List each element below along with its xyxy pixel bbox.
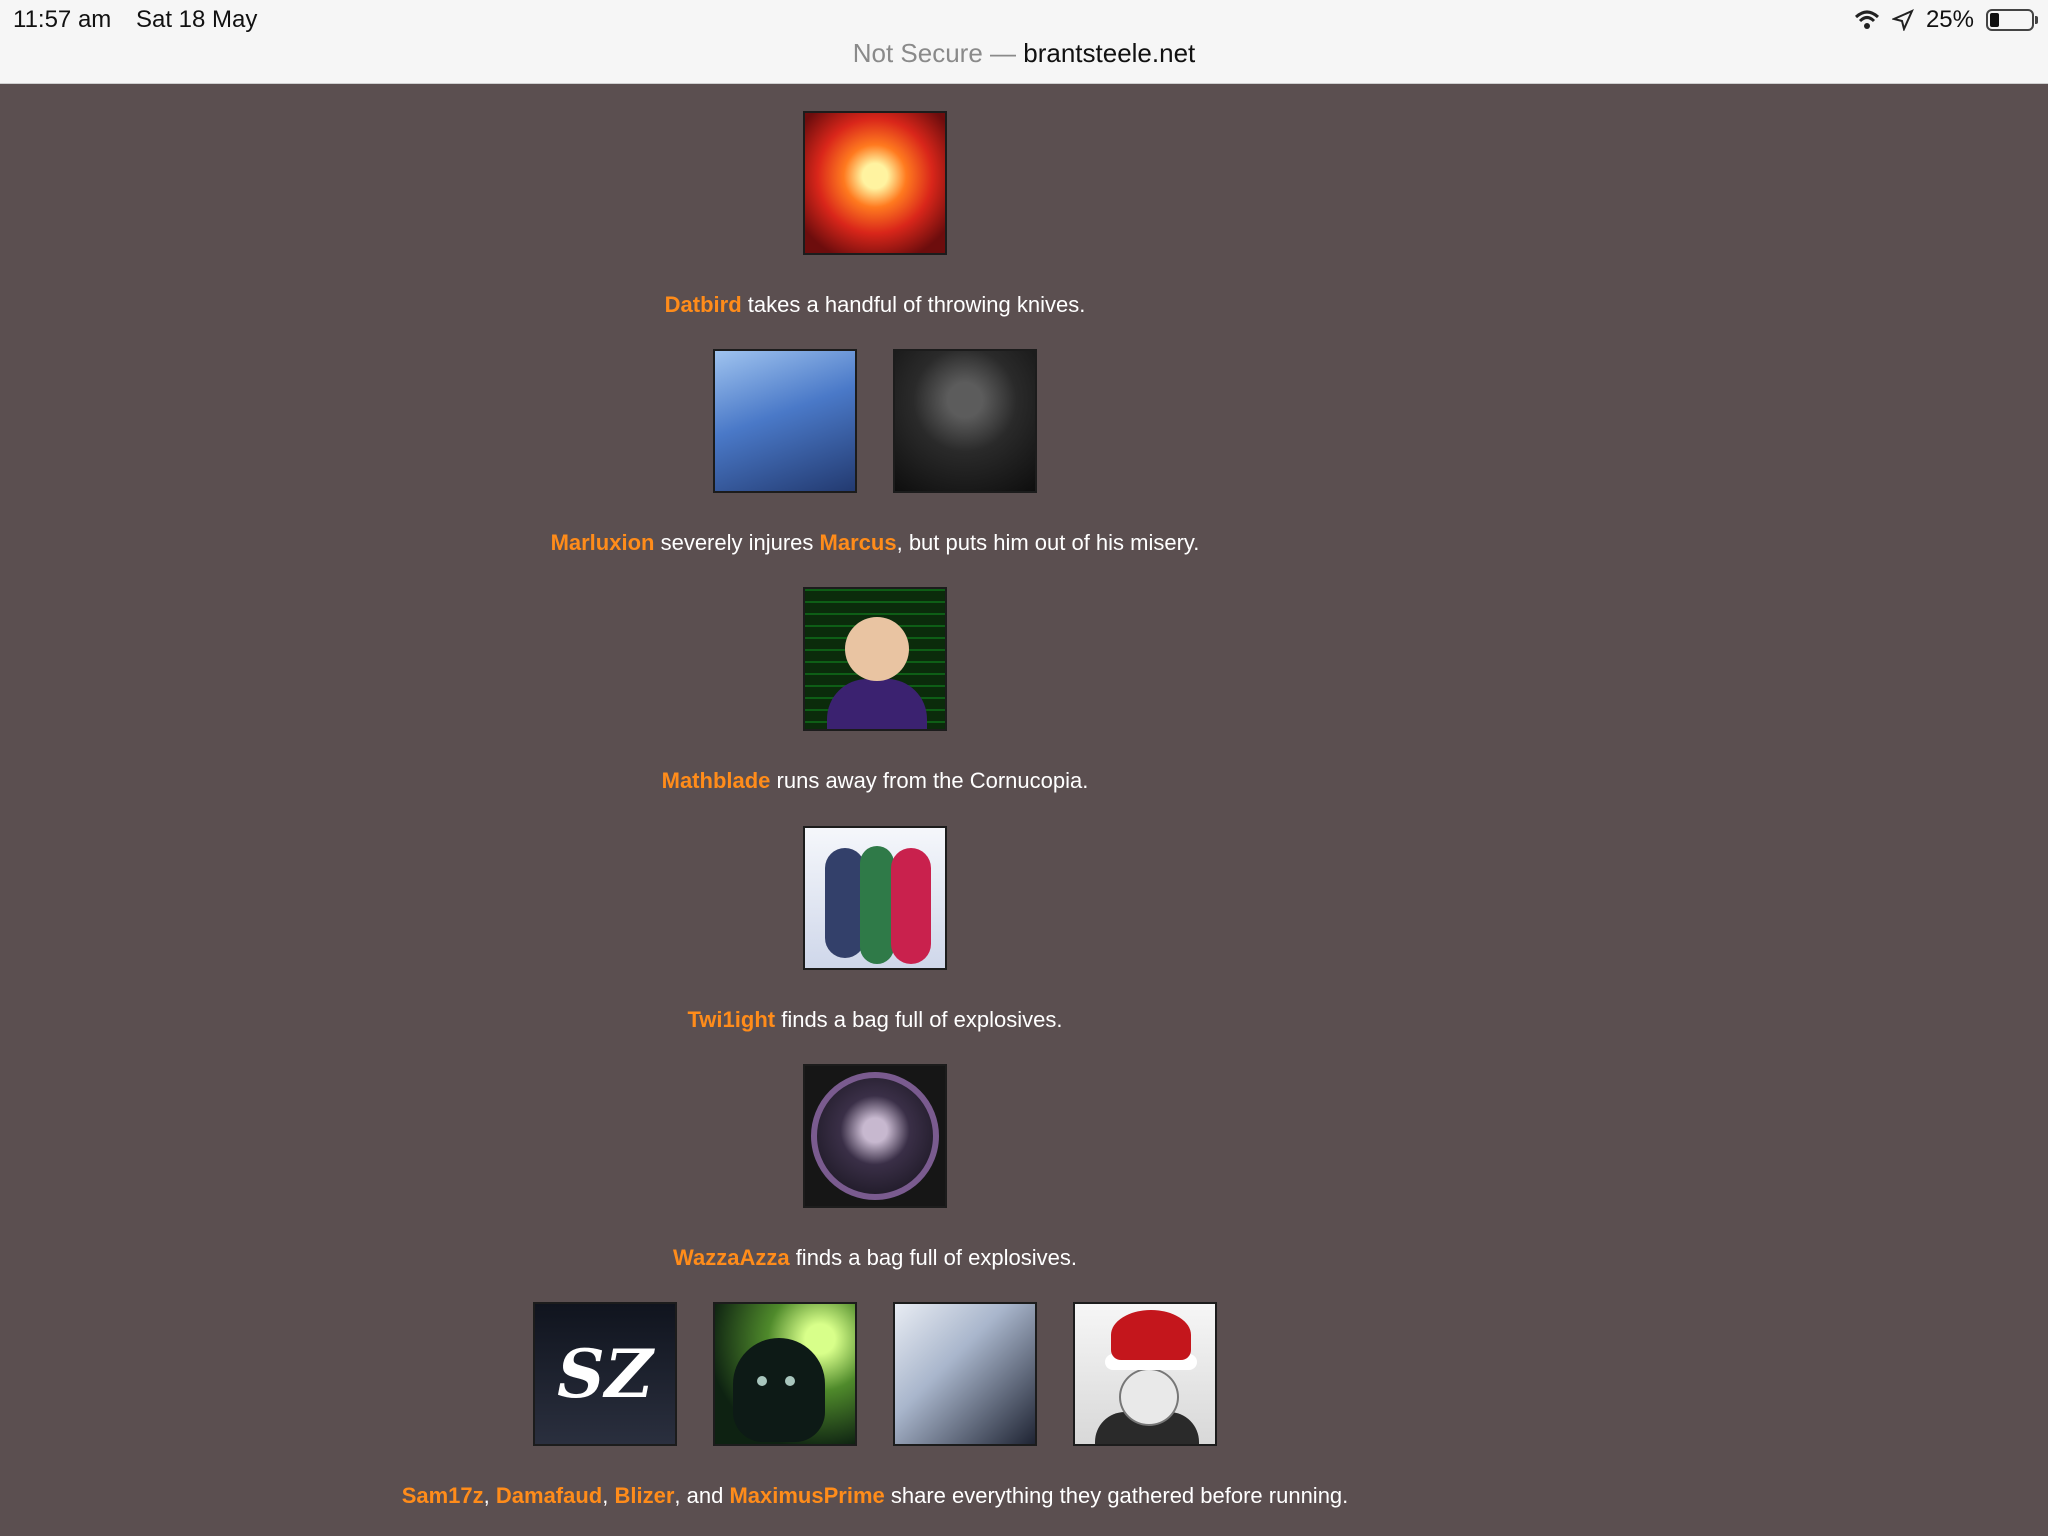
battery-icon bbox=[1986, 9, 2038, 31]
event-6-text: Sam17z, Damafaud, Blizer, and MaximusPri… bbox=[0, 1483, 1750, 1509]
security-warning: Not Secure — bbox=[852, 38, 1017, 68]
event-3-images bbox=[0, 587, 1750, 731]
tribute-avatar-maximusprime bbox=[1073, 1302, 1217, 1446]
status-time: 11:57 am bbox=[13, 6, 112, 33]
event-2-images bbox=[0, 349, 1750, 493]
tribute-avatar-marluxion bbox=[713, 349, 857, 493]
event-action: share everything they gathered before ru… bbox=[884, 1483, 1349, 1508]
tribute-avatar-marcus bbox=[893, 349, 1037, 493]
tribute-name: WazzaAzza bbox=[673, 1245, 790, 1270]
tribute-name: Datbird bbox=[664, 292, 742, 317]
event-1-text: Datbird takes a handful of throwing kniv… bbox=[0, 292, 1750, 318]
location-arrow-icon bbox=[1891, 9, 1914, 31]
status-right: 25% bbox=[1854, 6, 2038, 34]
tribute-avatar-damafaud bbox=[713, 1302, 857, 1446]
tribute-name: Mathblade bbox=[661, 768, 771, 793]
tribute-avatar-twi1ight bbox=[803, 826, 947, 970]
tribute-name: Sam17z bbox=[401, 1483, 484, 1508]
tribute-name: Damafaud bbox=[495, 1483, 603, 1508]
url-domain: brantsteele.net bbox=[1023, 38, 1196, 68]
separator: , bbox=[602, 1483, 615, 1508]
event-action: finds a bag full of explosives. bbox=[789, 1245, 1077, 1270]
event-4-images bbox=[0, 826, 1750, 970]
event-action: takes a handful of throwing knives. bbox=[741, 292, 1086, 317]
event-5-images bbox=[0, 1064, 1750, 1208]
event-action: severely injures bbox=[654, 530, 820, 555]
tribute-name: MaximusPrime bbox=[729, 1483, 885, 1508]
tribute-name: Marluxion bbox=[550, 530, 655, 555]
event-2-text: Marluxion severely injures Marcus, but p… bbox=[0, 530, 1750, 556]
tribute-avatar-sam17z: SZ bbox=[533, 1302, 677, 1446]
event-3-text: Mathblade runs away from the Cornucopia. bbox=[0, 768, 1750, 794]
separator: , and bbox=[674, 1483, 730, 1508]
battery-percentage: 25% bbox=[1925, 6, 1974, 33]
event-4-text: Twi1ight finds a bag full of explosives. bbox=[0, 1007, 1750, 1033]
event-action: runs away from the Cornucopia. bbox=[770, 768, 1089, 793]
wifi-icon bbox=[1854, 10, 1879, 29]
event-action: finds a bag full of explosives. bbox=[775, 1007, 1063, 1032]
browser-status-bar: 11:57 am Sat 18 May 25% Not Secure — bra… bbox=[0, 0, 2048, 84]
tribute-name: Marcus bbox=[819, 530, 897, 555]
tribute-name: Blizer bbox=[614, 1483, 675, 1508]
sz-logo-text: SZ bbox=[557, 1335, 653, 1413]
event-5-text: WazzaAzza finds a bag full of explosives… bbox=[0, 1245, 1750, 1271]
tribute-name: Twi1ight bbox=[687, 1007, 776, 1032]
separator: , bbox=[483, 1483, 496, 1508]
event-6-images: SZ bbox=[0, 1302, 1750, 1446]
tribute-avatar-mathblade bbox=[803, 587, 947, 731]
address-bar[interactable]: Not Secure — brantsteele.net bbox=[0, 38, 2048, 69]
event-action: , but puts him out of his misery. bbox=[896, 530, 1200, 555]
event-1-images bbox=[0, 111, 1750, 255]
tribute-avatar-blizer bbox=[893, 1302, 1037, 1446]
tribute-avatar-datbird bbox=[803, 111, 947, 255]
status-date: Sat 18 May bbox=[135, 6, 258, 33]
tribute-avatar-wazzaazza bbox=[803, 1064, 947, 1208]
status-left: 11:57 am Sat 18 May bbox=[13, 6, 275, 34]
